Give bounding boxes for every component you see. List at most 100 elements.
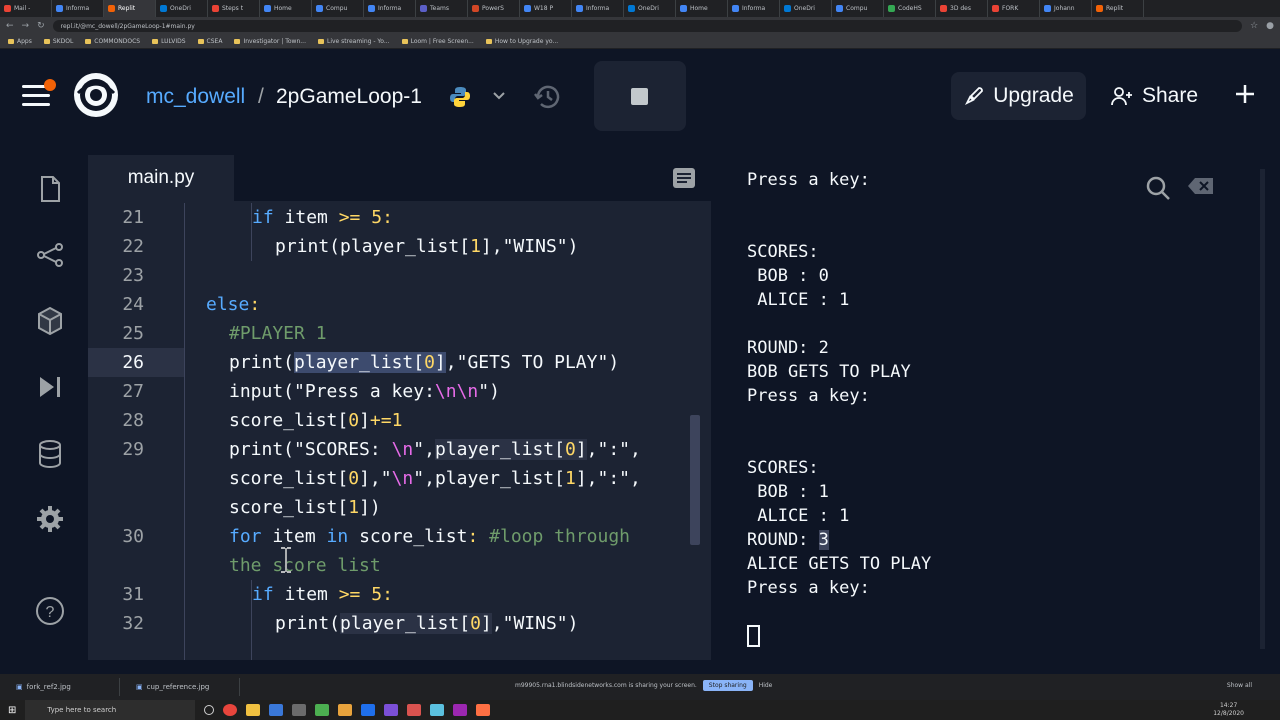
- packages-icon[interactable]: [34, 305, 66, 337]
- stop-sharing-button[interactable]: Stop sharing: [702, 679, 753, 691]
- bookmark-item[interactable]: Apps: [8, 38, 32, 45]
- taskbar-search[interactable]: Type here to search: [25, 700, 196, 720]
- mail-app-icon[interactable]: [269, 704, 284, 716]
- code-line: 22 print(player_list[1],"WINS"): [88, 232, 688, 261]
- format-code-icon[interactable]: [672, 167, 696, 189]
- app-icon[interactable]: [453, 704, 468, 716]
- search-icon[interactable]: [1145, 175, 1171, 201]
- browser-tab[interactable]: 3D des: [936, 0, 988, 17]
- app-icon[interactable]: [292, 704, 307, 716]
- help-icon[interactable]: ?: [34, 595, 66, 627]
- browser-tab[interactable]: Informa: [364, 0, 416, 17]
- browser-tab[interactable]: Informa: [728, 0, 780, 17]
- replit-logo-icon[interactable]: [72, 71, 120, 119]
- browser-tab[interactable]: Teams: [416, 0, 468, 17]
- svg-text:?: ?: [46, 604, 55, 621]
- chrome-app-icon[interactable]: [223, 704, 238, 716]
- star-icon[interactable]: ☆: [1250, 21, 1258, 31]
- app-icon[interactable]: [338, 704, 353, 716]
- files-app-icon[interactable]: [246, 704, 261, 716]
- browser-tab[interactable]: CodeHS: [884, 0, 936, 17]
- bookmark-item[interactable]: LULVIDS: [152, 38, 185, 45]
- download-item[interactable]: ▣ fork_ref2.jpg: [10, 678, 120, 696]
- editor-scrollbar[interactable]: [690, 415, 700, 545]
- task-view-icon[interactable]: [204, 705, 215, 715]
- database-icon[interactable]: [34, 438, 66, 470]
- browser-tab[interactable]: FORK: [988, 0, 1040, 17]
- app-icon[interactable]: [407, 704, 422, 716]
- stop-button[interactable]: [594, 61, 686, 131]
- profile-icon[interactable]: ●: [1266, 21, 1274, 31]
- browser-tab[interactable]: Home: [260, 0, 312, 17]
- browser-tab[interactable]: Home: [676, 0, 728, 17]
- browser-tab-label: Compu: [846, 5, 868, 12]
- tab-main-py[interactable]: main.py: [88, 155, 234, 201]
- browser-tab[interactable]: Steps t: [208, 0, 260, 17]
- settings-gear-icon[interactable]: [34, 503, 66, 535]
- app-icon[interactable]: [476, 704, 491, 716]
- bookmark-item[interactable]: COMMONDOCS: [85, 38, 140, 45]
- repl-title[interactable]: 2pGameLoop-1: [276, 85, 422, 109]
- app-icon[interactable]: [361, 704, 376, 716]
- windows-start-icon[interactable]: ⊞: [8, 705, 16, 716]
- line-number: 24: [122, 294, 144, 315]
- share-button[interactable]: Share: [1102, 72, 1206, 120]
- browser-tab[interactable]: W18 P: [520, 0, 572, 17]
- console-scrollbar[interactable]: [1260, 169, 1265, 649]
- taskbar-clock[interactable]: 14:27 12/8/2020: [1213, 702, 1244, 718]
- reload-icon[interactable]: ↻: [37, 21, 45, 31]
- bookmark-item[interactable]: Investigator | Town...: [234, 38, 306, 45]
- files-icon[interactable]: [34, 173, 66, 205]
- browser-tab[interactable]: OneDri: [156, 0, 208, 17]
- browser-tab[interactable]: Informa: [572, 0, 624, 17]
- browser-tab-label: W18 P: [534, 5, 554, 12]
- bookmark-item[interactable]: How to Upgrade yo...: [486, 38, 558, 45]
- bookmark-item[interactable]: Loom | Free Screen...: [402, 38, 474, 45]
- bookmark-item[interactable]: SKDOL: [44, 38, 73, 45]
- code-line: 29 print("SCORES: \n",player_list[0],":",: [88, 435, 688, 464]
- history-icon[interactable]: [532, 81, 564, 113]
- bookmark-item[interactable]: Live streaming - Yo...: [318, 38, 390, 45]
- browser-tab-label: Compu: [326, 5, 348, 12]
- browser-tab-label: Informa: [66, 5, 90, 12]
- code-area[interactable]: 21 if item >= 5: 22 print(player_list[1],"…: [88, 203, 711, 660]
- browser-tab[interactable]: Compu: [312, 0, 364, 17]
- bookmark-item[interactable]: CSEA: [198, 38, 223, 45]
- app-icon[interactable]: [430, 704, 445, 716]
- clear-console-icon[interactable]: [1187, 177, 1215, 195]
- browser-tab[interactable]: PowerS: [468, 0, 520, 17]
- download-item[interactable]: ▣ cup_reference.jpg: [130, 678, 240, 696]
- version-control-icon[interactable]: [34, 239, 66, 271]
- favicon-icon: [784, 5, 791, 12]
- browser-tab[interactable]: Johann: [1040, 0, 1092, 17]
- plus-icon[interactable]: [1232, 81, 1258, 107]
- code-editor[interactable]: main.py 21 if item >= 5: 22 print(player_l…: [88, 155, 711, 660]
- browser-tab[interactable]: OneDri: [624, 0, 676, 17]
- console-input-cursor[interactable]: [747, 625, 760, 647]
- back-icon[interactable]: ←: [6, 21, 14, 31]
- editor-tab-strip: [234, 155, 711, 201]
- show-all-link[interactable]: Show all: [1227, 682, 1252, 689]
- round-value: 3: [818, 530, 829, 550]
- hide-button[interactable]: Hide: [759, 682, 773, 689]
- owner-link[interactable]: mc_dowell: [146, 85, 245, 109]
- chevron-down-icon[interactable]: [491, 87, 507, 103]
- debugger-icon[interactable]: [34, 371, 66, 403]
- browser-tab[interactable]: Mail -: [0, 0, 52, 17]
- console-panel[interactable]: Press a key: SCORES: BOB : 0 ALICE : 1 R…: [727, 155, 1268, 660]
- browser-tab[interactable]: OneDri: [780, 0, 832, 17]
- app-icon[interactable]: [384, 704, 399, 716]
- code-line: 25 #PLAYER 1: [88, 319, 688, 348]
- favicon-icon: [888, 5, 895, 12]
- browser-tab[interactable]: Informa: [52, 0, 104, 17]
- upgrade-button[interactable]: Upgrade: [951, 72, 1086, 120]
- app-icon[interactable]: [315, 704, 330, 716]
- line-number: 21: [122, 207, 144, 228]
- forward-icon[interactable]: →: [22, 21, 30, 31]
- browser-tab[interactable]: Replit: [104, 0, 156, 17]
- browser-tab[interactable]: Replit: [1092, 0, 1144, 17]
- code-line: score_list[0],"\n",player_list[1],":",: [229, 468, 641, 489]
- browser-tab[interactable]: Compu: [832, 0, 884, 17]
- address-bar[interactable]: repl.it/@mc_dowell/2pGameLoop-1#main.py: [52, 20, 1243, 32]
- python-language-icon[interactable]: [448, 85, 472, 109]
